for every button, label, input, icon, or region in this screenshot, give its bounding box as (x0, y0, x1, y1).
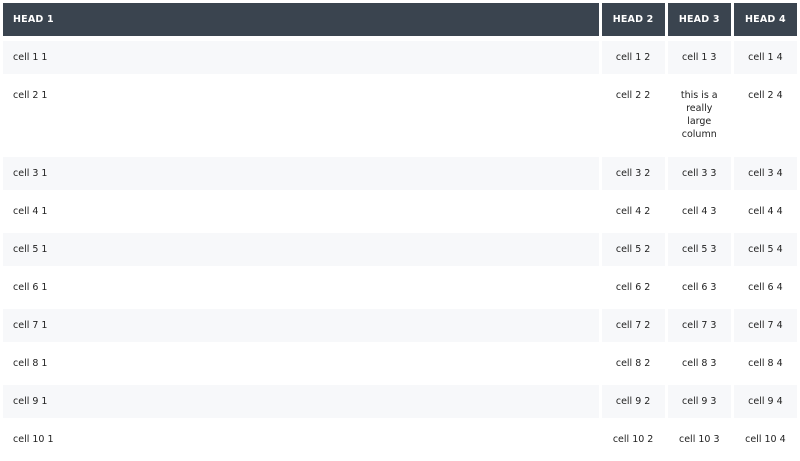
cell-text: cell 10 4 (745, 434, 786, 445)
cell-text: cell 5 4 (748, 244, 783, 255)
table-row: cell 9 1 cell 9 2 cell 9 3 cell 9 4 (3, 385, 797, 418)
cell-text: cell 4 4 (748, 206, 783, 217)
table-row: cell 3 1 cell 3 2 cell 3 3 cell 3 4 (3, 157, 797, 190)
cell-text: cell 8 3 (682, 358, 717, 369)
table-cell: cell 5 3 (667, 233, 731, 266)
table-cell: cell 6 3 (668, 271, 731, 304)
cell-text: cell 9 4 (748, 396, 783, 407)
cell-text: cell 6 3 (682, 282, 717, 293)
table-header-row: HEAD 1 HEAD 2 HEAD 3 HEAD 4 (3, 3, 797, 36)
table-cell: cell 6 1 (3, 271, 599, 304)
table-cell: cell 2 1 (3, 79, 599, 152)
table-cell: cell 5 1 (3, 233, 599, 266)
cell-text: cell 3 4 (748, 168, 783, 179)
table-cell: cell 9 2 (601, 385, 665, 418)
table-cell: cell 7 2 (601, 309, 665, 342)
table-cell: cell 9 3 (667, 385, 731, 418)
table-cell: cell 1 2 (601, 41, 665, 74)
table-cell: cell 2 4 (734, 79, 797, 152)
cell-text: cell 4 1 (13, 206, 48, 217)
cell-text: cell 6 2 (615, 282, 651, 293)
cell-text: cell 8 1 (13, 358, 48, 369)
table-row: cell 4 1 cell 4 2 cell 4 3 cell 4 4 (3, 195, 797, 228)
cell-text: cell 4 2 (615, 206, 651, 217)
table-cell: cell 7 4 (733, 309, 797, 342)
table-cell: cell 4 1 (3, 195, 599, 228)
cell-text: cell 6 4 (748, 282, 783, 293)
table-cell: cell 8 1 (3, 347, 599, 380)
table-cell: cell 5 2 (601, 233, 665, 266)
cell-text: cell 3 3 (682, 168, 717, 179)
table-row: cell 6 1 cell 6 2 cell 6 3 cell 6 4 (3, 271, 797, 304)
table-cell: cell 10 2 (602, 423, 665, 456)
table-cell: cell 3 2 (601, 157, 665, 190)
table-cell: cell 3 3 (667, 157, 731, 190)
table-row: cell 8 1 cell 8 2 cell 8 3 cell 8 4 (3, 347, 797, 380)
table-row: cell 2 1 cell 2 2 this is a really large… (3, 79, 797, 152)
table-cell: cell 7 1 (3, 309, 599, 342)
table-cell: cell 9 4 (733, 385, 797, 418)
cell-text: cell 7 2 (615, 320, 651, 331)
table-cell: cell 3 4 (733, 157, 797, 190)
cell-text: cell 8 4 (748, 358, 783, 369)
table-cell: cell 1 4 (733, 41, 797, 74)
cell-text: cell 2 4 (748, 90, 783, 101)
cell-text: cell 2 1 (13, 90, 48, 101)
cell-text: cell 7 1 (13, 320, 48, 331)
table-cell: cell 3 1 (3, 157, 599, 190)
cell-text: cell 9 1 (13, 396, 48, 407)
cell-text: cell 1 1 (13, 52, 48, 63)
table-row: cell 1 1 cell 1 2 cell 1 3 cell 1 4 (3, 41, 797, 74)
data-table: HEAD 1 HEAD 2 HEAD 3 HEAD 4 cell 1 1 cel… (0, 0, 800, 461)
column-header-1[interactable]: HEAD 1 (3, 3, 599, 36)
cell-text: this is a really large column (680, 90, 718, 140)
cell-text: cell 5 2 (615, 244, 651, 255)
cell-text: cell 10 1 (13, 434, 54, 445)
table-cell: cell 2 2 (602, 79, 665, 152)
table-cell: cell 4 4 (734, 195, 797, 228)
cell-text: cell 7 3 (682, 320, 717, 331)
table-cell: cell 1 1 (3, 41, 599, 74)
table-cell: cell 10 3 (668, 423, 731, 456)
table-row: cell 5 1 cell 5 2 cell 5 3 cell 5 4 (3, 233, 797, 266)
cell-text: cell 6 1 (13, 282, 48, 293)
table-cell: cell 5 4 (733, 233, 797, 266)
cell-text: cell 7 4 (748, 320, 783, 331)
cell-text: cell 5 1 (13, 244, 48, 255)
cell-text: cell 9 3 (682, 396, 717, 407)
cell-text: cell 1 2 (615, 52, 651, 63)
column-header-4[interactable]: HEAD 4 (733, 3, 797, 36)
cell-text: cell 10 2 (612, 434, 654, 445)
table-row: cell 7 1 cell 7 2 cell 7 3 cell 7 4 (3, 309, 797, 342)
table-cell: cell 1 3 (667, 41, 731, 74)
table-row: cell 10 1 cell 10 2 cell 10 3 cell 10 4 (3, 423, 797, 456)
table-cell: cell 4 3 (668, 195, 731, 228)
table-cell: cell 8 3 (668, 347, 731, 380)
cell-text: cell 4 3 (682, 206, 717, 217)
table-cell: cell 6 4 (734, 271, 797, 304)
table-cell: cell 6 2 (602, 271, 665, 304)
table-cell: cell 10 4 (734, 423, 797, 456)
table-cell: cell 9 1 (3, 385, 599, 418)
cell-text: cell 10 3 (678, 434, 720, 445)
cell-text: cell 8 2 (615, 358, 651, 369)
cell-text: cell 3 2 (615, 168, 651, 179)
cell-text: cell 9 2 (615, 396, 651, 407)
table-cell: cell 8 2 (602, 347, 665, 380)
cell-text: cell 5 3 (682, 244, 717, 255)
table-cell: cell 4 2 (602, 195, 665, 228)
column-header-2[interactable]: HEAD 2 (601, 3, 665, 36)
cell-text: cell 3 1 (13, 168, 48, 179)
cell-text: cell 1 4 (748, 52, 783, 63)
table-cell: cell 8 4 (734, 347, 797, 380)
column-header-3[interactable]: HEAD 3 (667, 3, 731, 36)
cell-text: cell 1 3 (682, 52, 717, 63)
table-cell: this is a really large column (668, 79, 731, 152)
cell-text: cell 2 2 (615, 90, 651, 101)
table-cell: cell 7 3 (667, 309, 731, 342)
table-cell: cell 10 1 (3, 423, 599, 456)
